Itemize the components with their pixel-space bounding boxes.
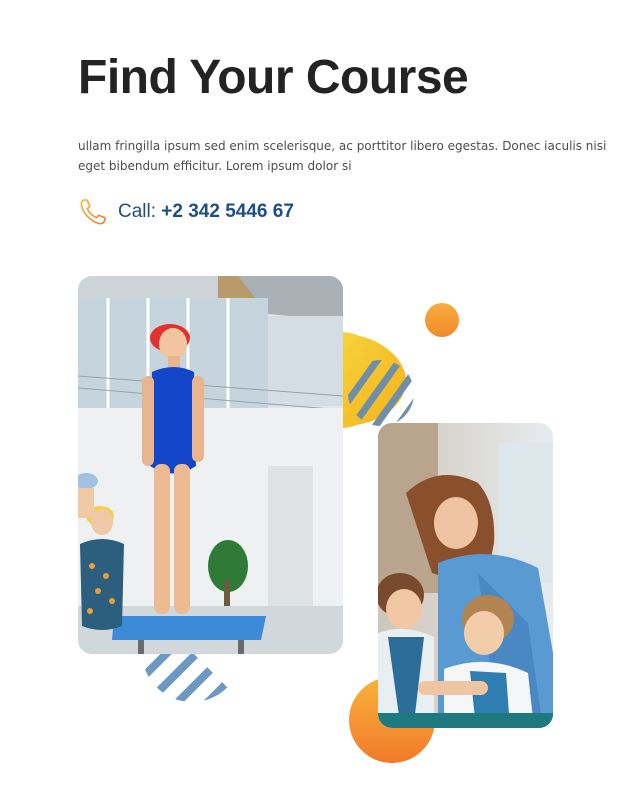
call-number: +2 342 5446 67 xyxy=(161,201,294,222)
classroom-photo xyxy=(378,423,553,728)
swimmer-photo xyxy=(78,276,343,654)
phone-icon xyxy=(80,199,106,225)
call-label: Call: xyxy=(118,201,157,222)
call-link[interactable]: Call: +2 342 5446 67 xyxy=(78,196,294,228)
section-description: ullam fringilla ipsum sed enim scelerisq… xyxy=(78,139,607,173)
striped-circle-decoration xyxy=(348,360,414,426)
page-title: Find Your Course xyxy=(78,51,469,104)
blue-striped-half-circle-decoration xyxy=(142,652,242,702)
orange-dot-decoration xyxy=(425,303,459,337)
